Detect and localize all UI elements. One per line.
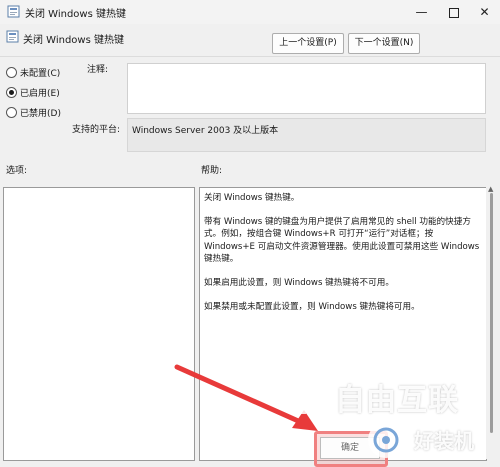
watermark-circle-logo-icon [368,422,404,458]
watermark-text: 自由互联 [335,383,459,418]
watermark-text-secondary: 好装机 [414,429,474,453]
watermark-x-logo-icon [294,382,328,414]
